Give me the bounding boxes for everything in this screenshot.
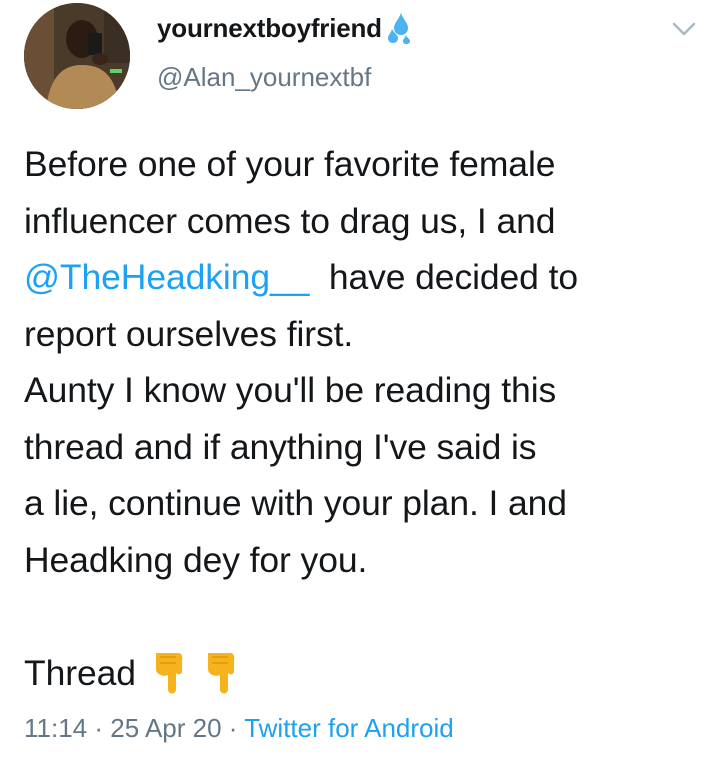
backhand-index-pointing-down-icon — [204, 649, 238, 697]
meta-separator: · — [221, 713, 245, 743]
author-name-row: yournextboyfriend — [157, 10, 416, 46]
tweet-line: Before one of your favorite female — [24, 144, 556, 184]
backhand-index-pointing-down-icon — [152, 649, 186, 697]
display-name[interactable]: yournextboyfriend — [157, 13, 382, 44]
tweet-line: thread and if anything I've said is — [24, 426, 537, 467]
thread-label: Thread — [24, 652, 136, 693]
profile-photo — [24, 3, 130, 109]
tweet-line: @TheHeadking__ have decided to — [24, 249, 714, 306]
tweet-text: Before one of your favorite female influ… — [24, 136, 714, 701]
tweet-line: a lie, continue with your plan. I and — [24, 483, 567, 523]
avatar[interactable] — [24, 3, 130, 109]
tweet-time: 11:14 — [24, 713, 88, 743]
sweat-droplets-icon — [386, 11, 416, 45]
author-handle[interactable]: @Alan_yournextbf — [157, 62, 371, 93]
tweet-line: Headking dey for you. — [24, 539, 368, 580]
mention-link[interactable]: @TheHeadking__ — [24, 257, 309, 297]
tweet-line: report ourselves first. — [24, 313, 354, 354]
tweet-line: Aunty I know you'll be reading this — [24, 370, 557, 410]
meta-separator: · — [87, 713, 111, 743]
chevron-down-icon[interactable] — [670, 18, 698, 40]
tweet-card: yournextboyfriend @Alan_yournextbf Befor… — [0, 0, 720, 757]
tweet-meta: 11:14 · 25 Apr 20 · Twitter for Android — [24, 713, 454, 744]
tweet-line: influencer comes to drag us, I and — [24, 200, 556, 241]
tweet-line-rest: have decided to — [309, 257, 578, 297]
tweet-date: 25 Apr 20 — [110, 713, 222, 743]
thread-line: Thread — [24, 645, 714, 702]
tweet-source-link[interactable]: Twitter for Android — [244, 713, 454, 743]
